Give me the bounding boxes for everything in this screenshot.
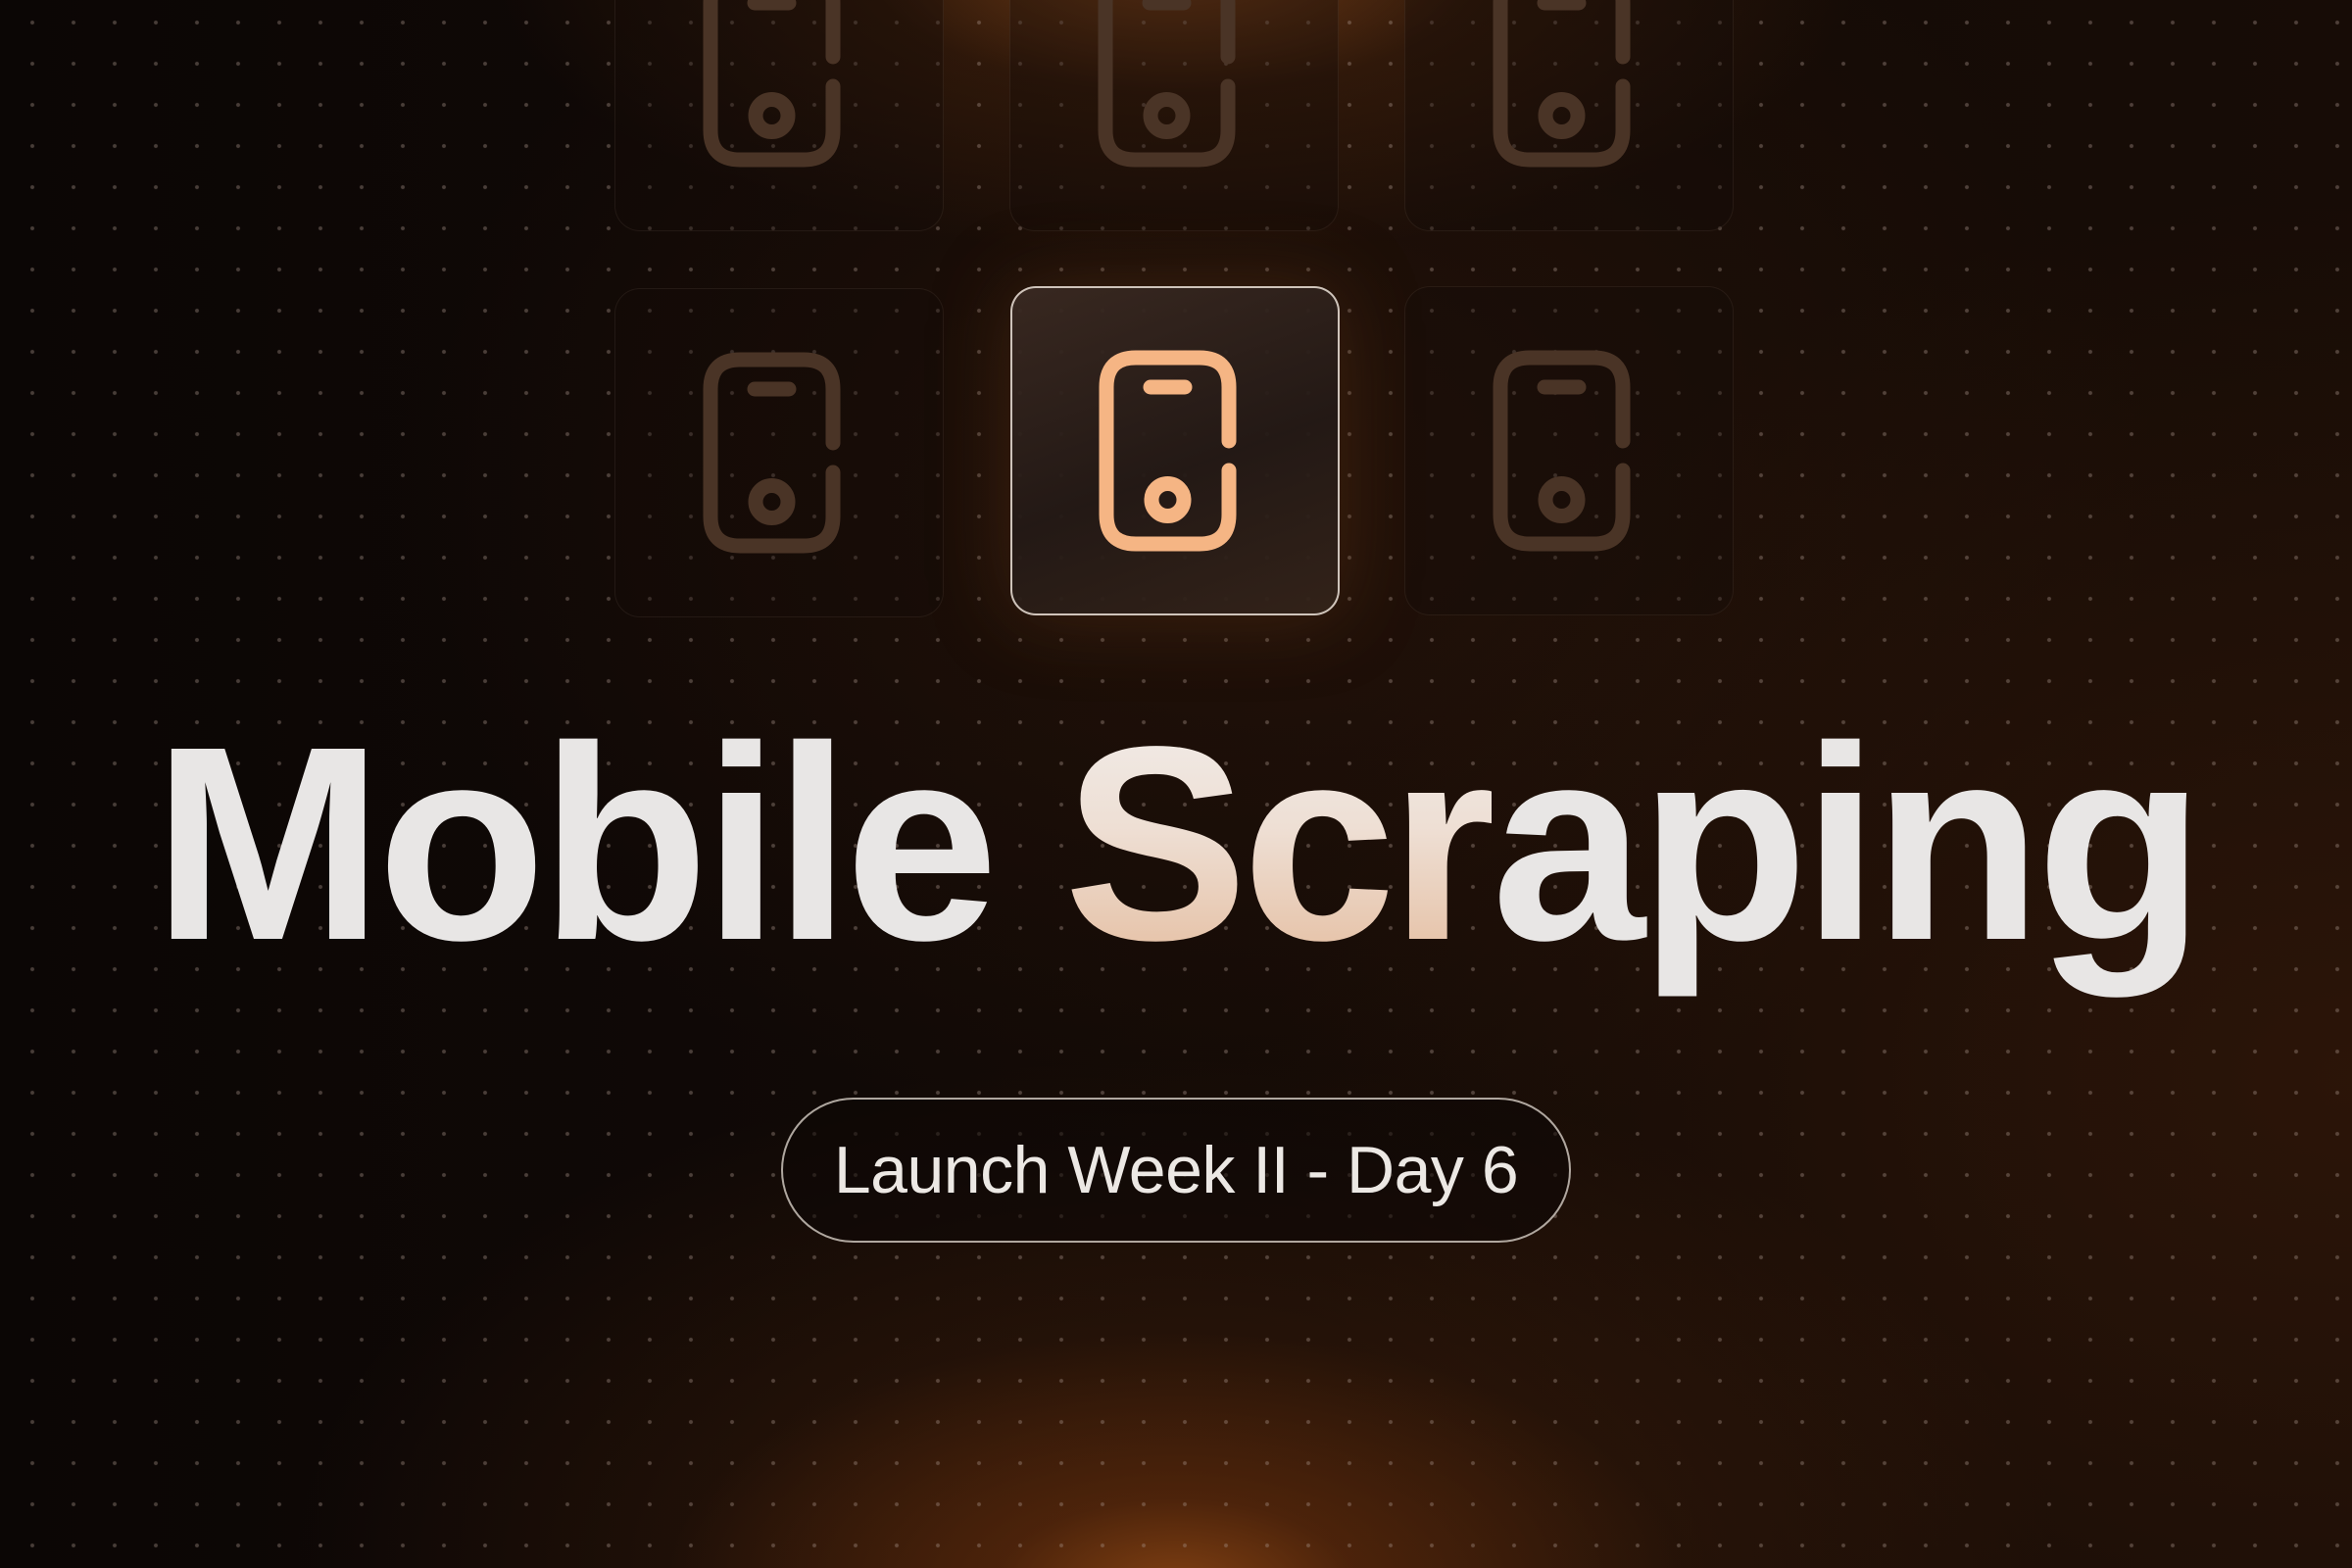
icon-tile-active bbox=[1010, 286, 1340, 615]
mobile-phone-icon bbox=[1098, 0, 1236, 168]
icon-tile bbox=[1009, 0, 1339, 231]
badge-label: Launch Week II - Day 6 bbox=[833, 1133, 1519, 1207]
mobile-phone-icon bbox=[703, 0, 841, 168]
launch-banner: Mobile Scraping Launch Week II - Day 6 bbox=[0, 0, 2352, 1568]
mobile-phone-icon bbox=[1493, 0, 1631, 168]
mobile-phone-icon bbox=[1099, 350, 1237, 552]
mobile-phone-icon bbox=[703, 352, 841, 554]
icon-tile bbox=[614, 288, 944, 617]
icon-tile bbox=[1404, 0, 1734, 231]
icon-tile bbox=[1404, 286, 1734, 615]
headline: Mobile Scraping bbox=[0, 706, 2352, 982]
headline-word-rest: aping bbox=[1492, 689, 2205, 998]
mobile-phone-icon bbox=[1493, 350, 1631, 552]
headline-gradient-segment: Scr bbox=[1063, 689, 1497, 998]
headline-word-plain: Mobile bbox=[153, 689, 1064, 998]
launch-week-badge: Launch Week II - Day 6 bbox=[781, 1098, 1571, 1243]
icon-tile bbox=[614, 0, 944, 231]
